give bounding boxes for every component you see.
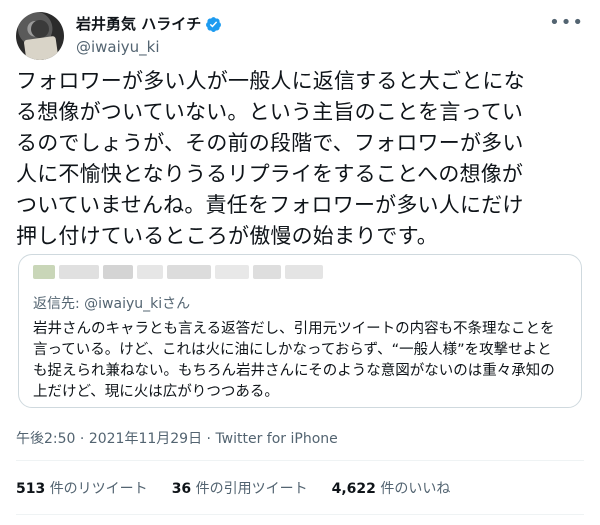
reply-prefix: 返信先:: [33, 296, 80, 312]
like-count: 4,622: [331, 481, 376, 497]
quoted-text: 岩井さんのキャラとも言える返答だし、引用元ツイートの内容も不条理なことを 言って…: [33, 319, 573, 403]
tweet-line: る想像がついていない。という主旨のことを言ってい: [16, 100, 524, 124]
quote-count: 36: [171, 481, 192, 497]
meta-separator: ·: [206, 431, 211, 447]
tweet-time[interactable]: 午後2:50: [16, 431, 75, 447]
retweet-count: 513: [16, 481, 46, 497]
retweet-label: 件のリツイート: [49, 481, 148, 497]
avatar[interactable]: [16, 12, 64, 60]
like-count-link[interactable]: 4,622 件のいいね: [332, 478, 451, 498]
tweet-source: Twitter for iPhone: [215, 431, 338, 447]
divider: [16, 460, 584, 461]
tweet-date[interactable]: 2021年11月29日: [89, 431, 202, 447]
tweet-stats: 513 件のリツイート 36 件の引用ツイート 4,622 件のいいね: [16, 478, 450, 498]
author-handle[interactable]: @iwaiyu_ki: [76, 38, 160, 56]
tweet-header: 岩井勇気 ハライチ @iwaiyu_ki •••: [16, 8, 584, 62]
reply-to-label: 返信先: @iwaiyu_kiさん: [33, 293, 190, 313]
verified-badge-icon: [206, 16, 222, 32]
like-label: 件のいいね: [380, 481, 451, 497]
meta-separator: ·: [79, 431, 85, 447]
author-name[interactable]: 岩井勇気 ハライチ: [76, 14, 201, 34]
tweet-line: フォロワーが多い人が一般人に返信すると大ごとにな: [16, 69, 525, 93]
quote-count-link[interactable]: 36 件の引用ツイート: [172, 478, 308, 498]
blurred-quoted-author: [33, 265, 323, 279]
author-name-row[interactable]: 岩井勇気 ハライチ: [76, 14, 222, 34]
retweet-count-link[interactable]: 513 件のリツイート: [16, 478, 148, 498]
tweet-line: ついていませんね。責任をフォロワーが多い人にだけ: [16, 193, 524, 217]
quoted-line: 言っている。けど、これは火に油にしかなっておらず、“一般人様”を攻撃せよと: [33, 342, 552, 358]
tweet-text: フォロワーが多い人が一般人に返信すると大ごとにな る想像がついていない。という主…: [16, 66, 586, 252]
quoted-line: 岩井さんのキャラとも言える返答だし、引用元ツイートの内容も不条理なことを: [33, 321, 555, 337]
quoted-tweet[interactable]: 返信先: @iwaiyu_kiさん 岩井さんのキャラとも言える返答だし、引用元ツ…: [18, 254, 582, 408]
tweet-line: 人に不愉快となりうるリプライをすることへの想像が: [16, 162, 524, 186]
quote-label: 件の引用ツイート: [195, 481, 308, 497]
tweet-line: るのでしょうが、その前の段階で、フォロワーが多い: [16, 131, 524, 155]
divider: [16, 514, 584, 515]
more-horizontal-icon[interactable]: •••: [549, 12, 584, 33]
quoted-line: 上だけど、現に火は広がりつつある。: [33, 384, 279, 400]
tweet-line: 押し付けているところが傲慢の始まりです。: [16, 224, 438, 248]
quoted-line: も捉えられ兼ねない。もちろん岩井さんにそのような意図がないのは重々承知の: [33, 363, 555, 379]
reply-handle[interactable]: @iwaiyu_kiさん: [84, 296, 190, 312]
tweet-meta: 午後2:50 · 2021年11月29日 · Twitter for iPhon…: [16, 428, 338, 448]
